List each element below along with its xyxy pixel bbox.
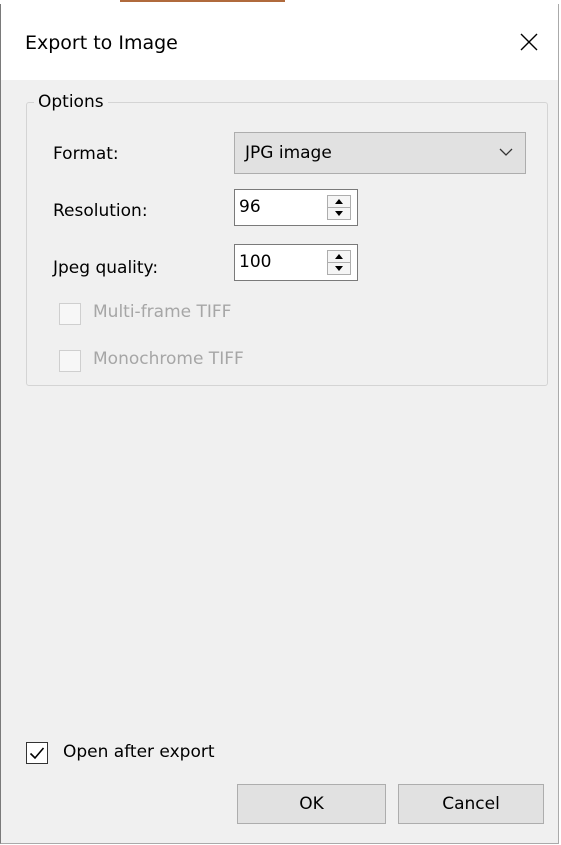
jpeg-quality-spinbox[interactable]: 100 [234,244,358,281]
jpeg-quality-spin-buttons [327,250,351,275]
monochrome-tiff-checkbox[interactable] [59,350,81,372]
ok-button[interactable]: OK [237,784,386,824]
jpeg-quality-value: 100 [239,252,272,272]
triangle-down-icon [335,266,343,271]
jpeg-quality-increment-button[interactable] [328,251,350,263]
resolution-decrement-button[interactable] [328,208,350,219]
multi-frame-tiff-label: Multi-frame TIFF [93,302,232,322]
triangle-up-icon [335,199,343,204]
background-accent [120,0,285,2]
chevron-down-icon [499,148,513,156]
format-label: Format: [53,144,119,164]
dialog-title: Export to Image [25,32,178,54]
close-button[interactable] [500,4,558,80]
open-after-export-checkbox[interactable] [26,742,48,764]
cancel-button[interactable]: Cancel [398,784,544,824]
triangle-up-icon [335,254,343,259]
triangle-down-icon [335,211,343,216]
multi-frame-tiff-checkbox[interactable] [59,303,81,325]
checkmark-icon [29,747,45,760]
export-dialog: Export to Image Options Format: JPG imag… [0,4,559,844]
resolution-value: 96 [239,197,261,217]
resolution-spin-buttons [327,195,351,220]
format-value: JPG image [245,143,332,163]
resolution-increment-button[interactable] [328,196,350,208]
format-dropdown[interactable]: JPG image [234,132,526,174]
title-bar[interactable]: Export to Image [1,4,558,80]
jpeg-quality-decrement-button[interactable] [328,263,350,274]
resolution-label: Resolution: [53,201,148,221]
close-icon [520,33,538,51]
monochrome-tiff-label: Monochrome TIFF [93,349,244,369]
jpeg-quality-label: Jpeg quality: [53,258,159,278]
options-group-title: Options [34,92,108,112]
open-after-export-label: Open after export [63,742,215,762]
resolution-spinbox[interactable]: 96 [234,189,358,226]
